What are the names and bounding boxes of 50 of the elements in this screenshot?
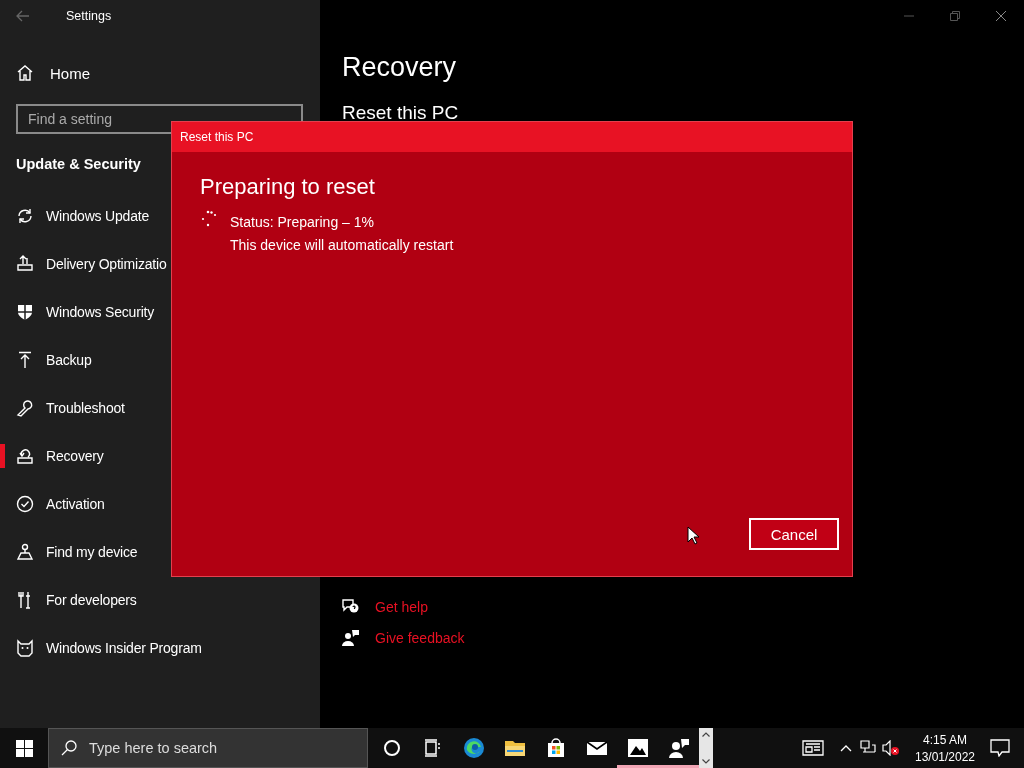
- back-arrow-icon[interactable]: [16, 10, 30, 22]
- clock[interactable]: 4:15 AM 13/01/2022: [914, 732, 976, 764]
- person-message-icon: [342, 629, 359, 646]
- sidebar-item[interactable]: Windows Security: [0, 288, 159, 336]
- section-heading: Reset this PC: [342, 102, 460, 124]
- person-chat-icon[interactable]: [667, 737, 690, 759]
- link[interactable]: Get help: [375, 598, 428, 615]
- shield-icon: [16, 303, 34, 321]
- restart-note: This device will automatically restart: [230, 237, 454, 253]
- sidebar-item[interactable]: Recovery: [0, 432, 108, 480]
- windows-logo-icon[interactable]: [15, 739, 33, 757]
- person-pin-icon: [16, 543, 34, 561]
- home-link[interactable]: Home: [50, 64, 90, 82]
- sidebar-item[interactable]: Windows Update: [0, 192, 154, 240]
- sidebar-item[interactable]: Delivery Optimizatio: [0, 240, 171, 288]
- spinner-icon: [200, 210, 218, 228]
- section-heading: Update & Security: [15, 155, 141, 174]
- landscape-icon[interactable]: [626, 737, 649, 759]
- news-icon[interactable]: [802, 740, 826, 756]
- edge-logo-icon[interactable]: [462, 737, 485, 759]
- cancel-button[interactable]: Cancel: [749, 518, 839, 550]
- chat-bubble-icon: [342, 598, 359, 615]
- search-icon: [61, 740, 77, 756]
- window-title: Settings: [66, 9, 112, 23]
- arrow-up-icon: [16, 351, 34, 369]
- sidebar-item[interactable]: Windows Insider Program: [0, 624, 206, 672]
- page-title: Recovery: [342, 52, 458, 84]
- dialog-heading: Preparing to reset: [200, 174, 376, 200]
- chevron-up-icon[interactable]: [702, 732, 710, 737]
- close-icon[interactable]: [996, 11, 1006, 21]
- link[interactable]: Give feedback: [375, 629, 465, 646]
- status-text: Status: Preparing – 1%: [230, 214, 375, 230]
- sidebar-item[interactable]: Activation: [0, 480, 109, 528]
- notification-icon[interactable]: [990, 739, 1010, 757]
- upload-tray-icon: [16, 255, 34, 273]
- network-icon[interactable]: [860, 740, 876, 756]
- chevron-down-icon[interactable]: [702, 759, 710, 764]
- home-icon: [16, 64, 34, 82]
- sidebar-item[interactable]: Find my device: [0, 528, 142, 576]
- check-circle-icon: [16, 495, 34, 513]
- refresh-icon: [16, 207, 34, 225]
- search-placeholder: Type here to search: [89, 740, 218, 756]
- sidebar-item[interactable]: For developers: [0, 576, 141, 624]
- sidebar-item[interactable]: Troubleshoot: [0, 384, 129, 432]
- mouse-pointer-icon: [687, 526, 699, 545]
- taskbar-search-field[interactable]: Type here to search: [48, 728, 368, 768]
- restore-icon[interactable]: [950, 11, 960, 21]
- speaker-muted-icon[interactable]: [882, 740, 900, 756]
- cat-icon: [16, 639, 34, 657]
- sidebar-item[interactable]: Backup: [0, 336, 96, 384]
